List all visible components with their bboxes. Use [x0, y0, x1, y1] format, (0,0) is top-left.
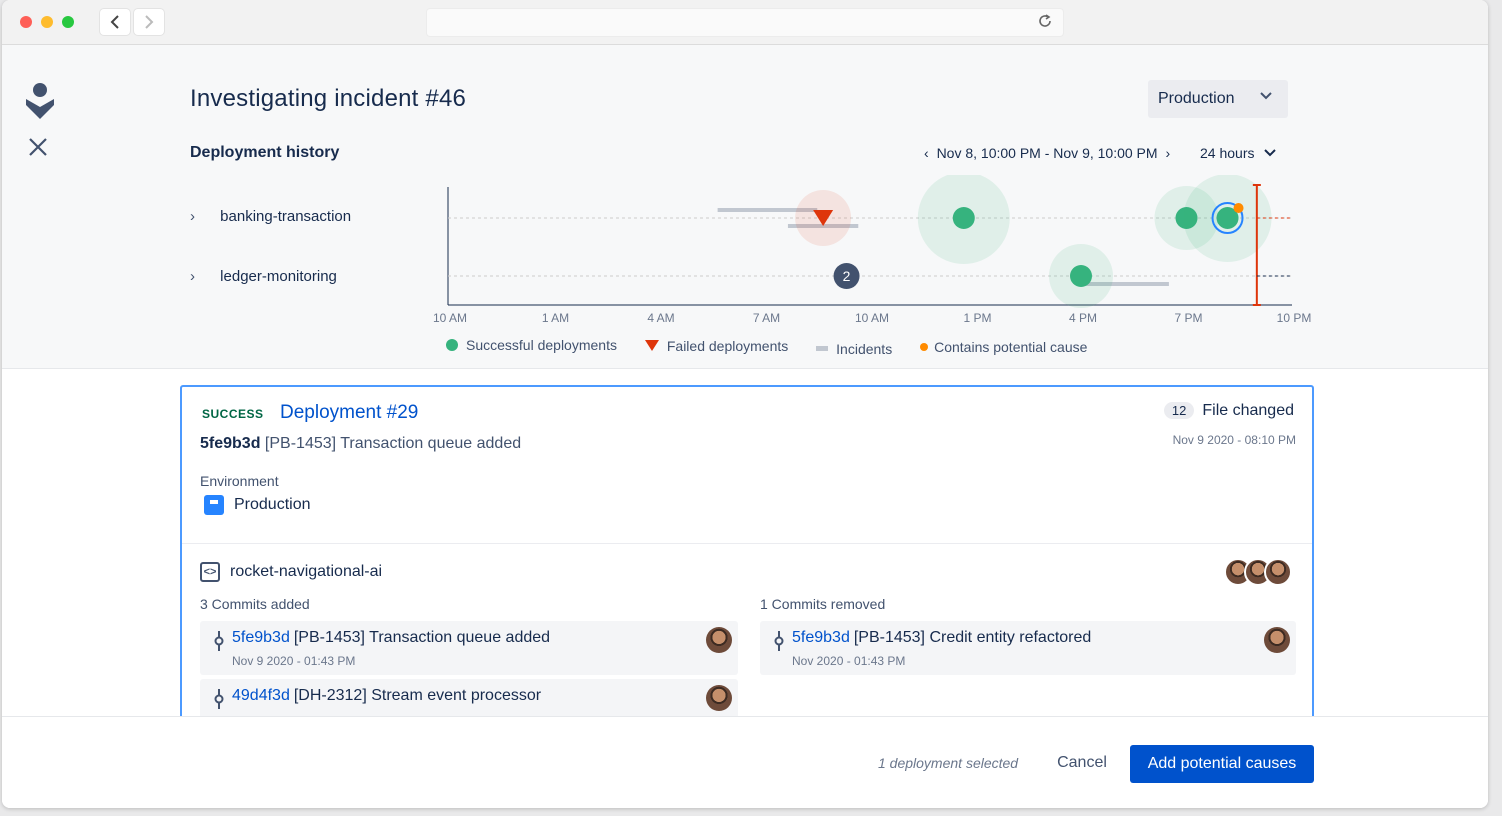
deployment-card[interactable]: SUCCESS Deployment #29 5fe9b3d [PB-1453]… [180, 385, 1314, 725]
chart-legend: Successful deployments Failed deployment… [446, 337, 1111, 357]
files-changed-count: 12 [1163, 402, 1195, 419]
footer-bar: 1 deployment selected Cancel Add potenti… [2, 716, 1488, 808]
reload-icon[interactable] [1037, 13, 1053, 29]
avatar[interactable] [1264, 627, 1290, 653]
files-changed: 12 File changed [1163, 402, 1294, 420]
deployment-timestamp: Nov 9 2020 - 08:10 PM [1172, 433, 1296, 447]
prev-range-button[interactable]: ‹ [924, 145, 929, 161]
next-range-button[interactable]: › [1165, 145, 1170, 161]
chevron-down-icon [1260, 92, 1272, 100]
commit-hash-link[interactable]: 5fe9b3d [232, 629, 290, 646]
chevron-down-icon [1264, 149, 1277, 157]
environment-icon [204, 495, 224, 515]
commit-text: 49d4f3d [DH-2312] Stream event processor [232, 687, 541, 705]
minimize-window-button[interactable] [41, 16, 53, 28]
commit-text: 5fe9b3d [PB-1453] Credit entity refactore… [792, 629, 1091, 647]
chevron-right-icon [145, 15, 154, 29]
close-window-button[interactable] [20, 16, 32, 28]
commit-time: Nov 2020 - 01:43 PM [792, 654, 906, 668]
x-tick-label: 10 PM [1277, 311, 1312, 325]
x-tick-label: 7 PM [1174, 311, 1202, 325]
range-length-select[interactable]: 24 hours [1200, 145, 1277, 161]
service-name: banking-transaction [220, 208, 352, 225]
avatar[interactable] [706, 685, 732, 711]
commit-hash-link[interactable]: 49d4f3d [232, 687, 290, 704]
commit-icon [214, 689, 224, 709]
cancel-button[interactable]: Cancel [1046, 745, 1118, 781]
files-changed-label: File changed [1202, 402, 1294, 419]
status-badge: SUCCESS [202, 407, 264, 421]
commit-text: 5fe9b3d [PB-1453] Transaction queue added [232, 629, 550, 647]
forward-button[interactable] [134, 9, 164, 35]
x-tick-label: 4 PM [1069, 311, 1097, 325]
commit-message: [PB-1453] Credit entity refactored [853, 629, 1092, 646]
commit-item[interactable]: 5fe9b3d [PB-1453] Credit entity refactore… [760, 621, 1296, 675]
commit-time: Nov 9 2020 - 01:43 PM [232, 654, 356, 668]
x-tick-label: 1 PM [963, 311, 991, 325]
chevron-right-icon: › [190, 268, 195, 285]
legend-item-success: Successful deployments [446, 337, 617, 353]
page-title: Investigating incident #46 [190, 85, 467, 112]
app-logo-icon [26, 83, 54, 119]
deployment-message: 5fe9b3d [PB-1453] Transaction queue adde… [200, 435, 521, 453]
environment-select-value: Production [1158, 90, 1235, 107]
legend-item-cause: Contains potential cause [920, 339, 1087, 355]
commit-icon [774, 631, 784, 651]
avatar[interactable] [706, 627, 732, 653]
repository-name: rocket-navigational-ai [230, 563, 383, 580]
address-bar[interactable] [426, 8, 1064, 37]
chevron-right-icon: › [190, 208, 195, 225]
potential-cause-dot [1233, 203, 1244, 213]
selection-note: 1 deployment selected [878, 755, 1019, 771]
date-range-nav: ‹ Nov 8, 10:00 PM - Nov 9, 10:00 PM › [924, 145, 1174, 161]
legend-item-incidents: Incidents [816, 341, 892, 357]
divider [182, 543, 1312, 544]
browser-titlebar [2, 0, 1488, 45]
incident-header-area: Investigating incident #46 Production De… [2, 45, 1488, 369]
cluster-count: 2 [843, 268, 851, 284]
x-tick-label: 1 AM [542, 311, 569, 325]
environment-value: Production [204, 495, 311, 515]
environment-label: Environment [200, 473, 279, 489]
commit-hash-link[interactable]: 5fe9b3d [792, 629, 850, 646]
environment-select[interactable]: Production [1148, 80, 1288, 118]
service-row-ledger-monitoring[interactable]: › ledger-monitoring [190, 268, 337, 285]
commits-removed-title: 1 Commits removed [760, 596, 886, 612]
commit-icon [214, 631, 224, 651]
deployment-commit-message: [PB-1453] Transaction queue added [264, 435, 522, 452]
chevron-left-icon [110, 15, 119, 29]
success-deployment-point [1070, 265, 1092, 287]
add-potential-causes-button[interactable]: Add potential causes [1130, 745, 1314, 783]
maximize-window-button[interactable] [62, 16, 74, 28]
browser-window: Investigating incident #46 Production De… [2, 0, 1488, 808]
x-tick-label: 10 AM [433, 311, 467, 325]
x-tick-label: 10 AM [855, 311, 889, 325]
commit-message: [PB-1453] Transaction queue added [293, 629, 551, 646]
repository: <> rocket-navigational-ai [200, 562, 382, 582]
contributors-avatars[interactable] [1224, 558, 1294, 588]
range-length-value: 24 hours [1200, 145, 1255, 161]
close-icon[interactable] [28, 137, 50, 159]
code-repo-icon: <> [200, 562, 220, 582]
legend-item-failed: Failed deployments [644, 338, 788, 354]
service-row-banking-transaction[interactable]: › banking-transaction [190, 208, 351, 225]
commits-added-title: 3 Commits added [200, 596, 310, 612]
environment-name: Production [234, 496, 311, 513]
avatar[interactable] [1264, 558, 1292, 586]
x-tick-label: 4 AM [647, 311, 674, 325]
deployment-history-chart: 10 AM 1 AM 4 AM 7 AM 10 AM 1 PM 4 PM 7 PM 10 PM 2 [433, 175, 1312, 325]
x-tick-label: 7 AM [753, 311, 780, 325]
date-range-label: Nov 8, 10:00 PM - Nov 9, 10:00 PM [936, 145, 1158, 161]
back-button[interactable] [100, 9, 130, 35]
deployment-title-link[interactable]: Deployment #29 [280, 402, 418, 424]
deployment-history-title: Deployment history [190, 144, 340, 161]
commit-message: [DH-2312] Stream event processor [293, 687, 542, 704]
success-deployment-point [952, 207, 975, 229]
deployment-hash: 5fe9b3d [200, 435, 261, 452]
commit-item[interactable]: 5fe9b3d [PB-1453] Transaction queue added… [200, 621, 738, 675]
service-name: ledger-monitoring [220, 268, 337, 285]
